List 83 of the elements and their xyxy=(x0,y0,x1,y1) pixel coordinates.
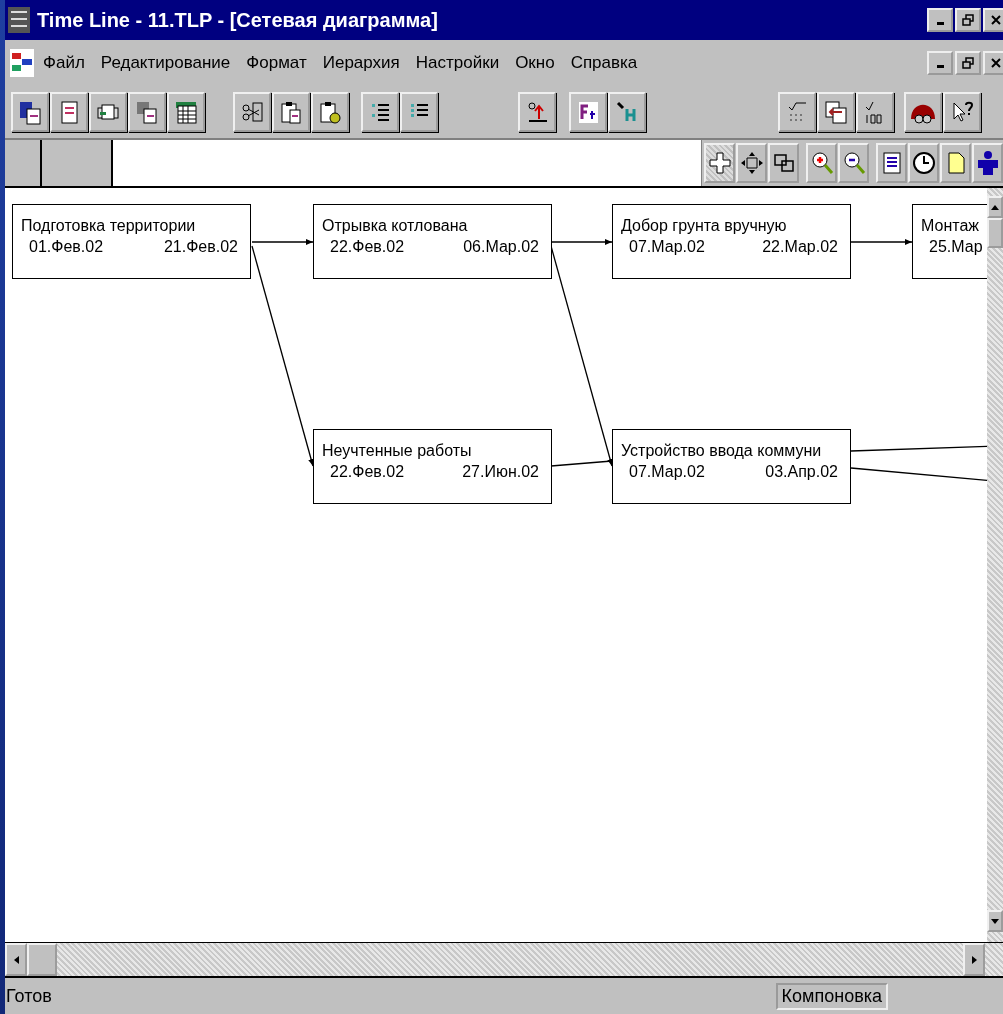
toolbar-button[interactable] xyxy=(361,91,399,132)
start-date: 07.Мар.02 xyxy=(629,462,705,482)
toolbar-button[interactable] xyxy=(972,143,1003,183)
finish-date: 27.Июн.02 xyxy=(462,462,539,482)
toolbar-button[interactable] xyxy=(704,143,735,183)
down-arrow-icon xyxy=(991,918,999,924)
menu-item[interactable]: Редактирование xyxy=(92,50,239,75)
right-arrow-icon xyxy=(971,955,977,964)
toolbar-button[interactable] xyxy=(128,91,166,132)
toolbar-button[interactable] xyxy=(89,91,127,132)
toolbar-button[interactable] xyxy=(768,143,799,183)
toolbar-button[interactable] xyxy=(311,91,349,132)
start-date: 01.Фев.02 xyxy=(29,237,104,257)
task-node[interactable]: Подготовка территории 01.Фев.02 21.Фев.02 xyxy=(12,204,251,279)
task-name: Отрывка котлована xyxy=(322,216,469,236)
menu-item[interactable]: Иерархия xyxy=(314,50,408,75)
toolbar-button[interactable] xyxy=(736,143,767,183)
task-name: Неучтенные работы xyxy=(322,441,473,461)
left-arrow-icon xyxy=(13,955,19,964)
scroll-down-button[interactable] xyxy=(987,910,1003,932)
menu-item[interactable]: Настройки xyxy=(407,50,508,75)
task-name: Добор грунта вручную xyxy=(621,216,788,236)
task-node[interactable]: Монтаж 25.Мар xyxy=(912,204,987,279)
close-button[interactable] xyxy=(983,50,1003,75)
toolbar-button[interactable] xyxy=(233,91,271,132)
start-date: 22.Фев.02 xyxy=(330,237,405,257)
toolbar-button[interactable] xyxy=(904,91,942,132)
window-title: Time Line - 11.TLP - [Сетевая диаграмма] xyxy=(37,8,439,32)
start-date: 22.Фев.02 xyxy=(330,462,405,482)
task-node[interactable]: Устройство ввода коммуни 07.Мар.02 03.Апр.02 xyxy=(612,429,851,504)
close-icon xyxy=(990,56,1002,69)
task-node[interactable]: Отрывка котлована 22.Фев.02 06.Мар.02 xyxy=(313,204,552,279)
toolbar-button[interactable] xyxy=(569,91,607,132)
task-name: Подготовка территории xyxy=(21,216,197,236)
toolbar-button[interactable] xyxy=(838,143,869,183)
minimize-icon xyxy=(936,22,944,25)
toolbar-button[interactable] xyxy=(876,143,907,183)
menu-item[interactable]: Справка xyxy=(562,50,646,75)
status-text: Готов xyxy=(5,985,52,1007)
close-button[interactable] xyxy=(983,8,1003,32)
finish-date: 22.Мар.02 xyxy=(762,237,838,257)
restore-button[interactable] xyxy=(955,50,981,75)
toolbar-button[interactable] xyxy=(908,143,939,183)
scroll-left-button[interactable] xyxy=(5,943,27,976)
start-date: 07.Мар.02 xyxy=(629,237,705,257)
scroll-thumb[interactable] xyxy=(27,943,57,976)
task-name: Монтаж xyxy=(921,216,980,236)
toolbar-button[interactable] xyxy=(11,91,49,132)
toolbar-button[interactable] xyxy=(943,91,981,132)
restore-button[interactable] xyxy=(955,8,981,32)
menu-item[interactable]: Формат xyxy=(238,50,315,75)
minimize-button[interactable] xyxy=(927,50,953,75)
status-panel: Компоновка xyxy=(775,982,888,1010)
scroll-right-button[interactable] xyxy=(963,943,985,976)
copy-icon xyxy=(823,98,849,125)
minimize-button[interactable] xyxy=(927,8,953,32)
toolbar-button[interactable] xyxy=(50,91,88,132)
scroll-up-button[interactable] xyxy=(987,196,1003,218)
input-field[interactable] xyxy=(113,140,702,186)
toolbar-button[interactable] xyxy=(272,91,310,132)
toolbar-button[interactable] xyxy=(400,91,438,132)
finish-date: 21.Фев.02 xyxy=(163,237,238,257)
task-node[interactable]: Неучтенные работы 22.Фев.02 27.Июн.02 xyxy=(313,429,552,504)
connector-arrow xyxy=(850,239,913,245)
start-date: 25.Мар xyxy=(929,237,983,257)
cross-icon xyxy=(706,150,733,176)
task-node[interactable]: Добор грунта вручную 07.Мар.02 22.Мар.02 xyxy=(612,204,851,279)
toolbar-button[interactable] xyxy=(817,91,855,132)
minimize-icon xyxy=(936,64,944,68)
close-icon xyxy=(990,14,1002,26)
toolbar-button[interactable] xyxy=(518,91,556,132)
up-arrow-icon xyxy=(991,204,999,210)
toolbar-button[interactable] xyxy=(167,91,205,132)
restore-icon xyxy=(962,14,974,26)
menu-item[interactable]: Окно xyxy=(507,50,563,75)
app-icon xyxy=(7,6,31,34)
menu-item[interactable]: Файл xyxy=(35,50,93,75)
clock-icon xyxy=(910,150,937,176)
finish-date: 03.Апр.02 xyxy=(765,462,838,482)
scroll-thumb[interactable] xyxy=(987,218,1003,248)
restore-icon xyxy=(962,56,974,69)
finish-date: 06.Мар.02 xyxy=(463,237,539,257)
task-name: Устройство ввода коммуни xyxy=(621,441,823,461)
